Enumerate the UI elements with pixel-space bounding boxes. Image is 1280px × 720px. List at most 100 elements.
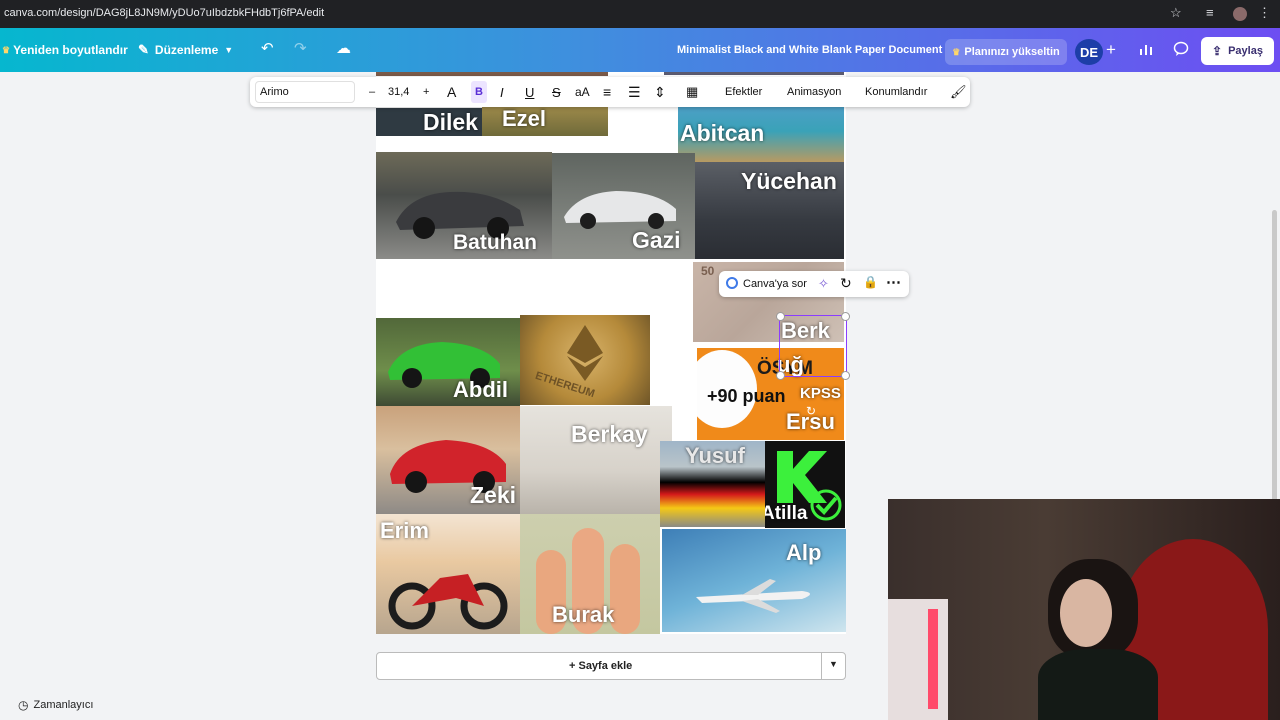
image-tile-abitcan[interactable]: Abitcan: [678, 106, 844, 162]
underline-icon[interactable]: U: [525, 77, 534, 107]
image-tile-zeki[interactable]: Zeki: [376, 406, 520, 514]
image-tile-erim[interactable]: Erim: [376, 514, 520, 634]
magic-edit-icon[interactable]: ✧: [818, 276, 829, 292]
font-family-dropdown[interactable]: Arimo: [255, 81, 355, 103]
crown-icon: ♛: [952, 46, 961, 57]
image-tile-berkay[interactable]: Berkay: [520, 406, 672, 514]
label-gazi: Gazi: [632, 227, 681, 253]
image-tile-abdil[interactable]: Abdil: [376, 318, 520, 406]
timer-icon: ◷: [18, 698, 29, 712]
resize-handle[interactable]: [776, 312, 785, 321]
label-yusuf: Yusuf: [685, 443, 745, 468]
webcam-overlay: [888, 499, 1280, 720]
design-page[interactable]: Dilek Ezel Abitcan Batuhan Gazi Yücehan …: [376, 72, 846, 634]
decrease-size-icon[interactable]: –: [369, 77, 375, 107]
italic-icon[interactable]: I: [500, 77, 504, 107]
resize-handle[interactable]: [776, 371, 785, 380]
text-selection-box[interactable]: [776, 312, 850, 380]
strikethrough-icon[interactable]: S: [552, 77, 561, 107]
element-mini-toolbar: Canva'ya sor ✧ ↻ 🔒 ⋯: [719, 271, 909, 297]
label-abdil: Abdil: [453, 377, 508, 402]
rotate-icon[interactable]: ↻: [806, 404, 816, 418]
chevron-down-icon[interactable]: ▼: [829, 659, 838, 669]
resize-handle[interactable]: [841, 371, 850, 380]
list-icon[interactable]: ☰: [628, 77, 641, 107]
effects-button[interactable]: Efektler: [725, 77, 762, 107]
upgrade-label: Planınızı yükseltin: [964, 46, 1060, 58]
image-tile-alp[interactable]: Alp: [662, 529, 846, 632]
share-button[interactable]: ⇪ Paylaş: [1201, 37, 1274, 65]
image-tile-batuhan[interactable]: Batuhan: [376, 152, 552, 259]
image-tile-ethereum[interactable]: ETHEREUM: [520, 315, 650, 405]
image-tile-burak[interactable]: Burak: [520, 514, 660, 634]
label-dilek: Dilek: [423, 109, 478, 135]
image-tile-yusuf[interactable]: Yusuf: [660, 441, 766, 527]
image-tile-yucehan[interactable]: Yücehan: [695, 162, 844, 259]
analytics-icon[interactable]: [1139, 42, 1153, 60]
label-fifty: 50: [701, 264, 715, 278]
position-button[interactable]: Konumlandır: [865, 77, 927, 107]
cloud-save-icon[interactable]: ☁: [336, 39, 351, 57]
upgrade-button[interactable]: ♛ Planınızı yükseltin: [945, 39, 1067, 65]
pencil-icon: ✎: [138, 42, 149, 57]
tab-search-icon[interactable]: ≡: [1206, 5, 1214, 20]
browser-address-bar: canva.com/design/DAG8jL8JN9M/yDUo7uIbdzb…: [0, 0, 1280, 28]
refresh-comment-icon[interactable]: ↻: [840, 275, 852, 292]
image-tile-atilla[interactable]: Atilla: [765, 441, 845, 528]
add-page-button[interactable]: + Sayfa ekle ▼: [376, 652, 846, 680]
share-label: Paylaş: [1228, 45, 1263, 57]
canva-ai-icon: [726, 277, 738, 289]
more-options-icon[interactable]: ⋯: [886, 273, 901, 291]
letter-case-icon[interactable]: aA: [575, 77, 590, 107]
undo-icon[interactable]: ↶: [261, 39, 274, 57]
chevron-down-icon: ▼: [224, 45, 234, 55]
animation-button[interactable]: Animasyon: [787, 77, 841, 107]
transparency-icon[interactable]: ▦: [686, 77, 698, 107]
edit-label: Düzenleme: [154, 43, 219, 57]
align-icon[interactable]: ≡: [603, 77, 611, 107]
text-color-icon[interactable]: A: [447, 77, 456, 107]
add-collaborator-icon[interactable]: +: [1106, 40, 1116, 60]
increase-size-icon[interactable]: +: [423, 77, 429, 107]
ask-canva-button[interactable]: Canva'ya sor: [743, 278, 807, 290]
image-tile-dilek[interactable]: Dilek: [376, 108, 482, 136]
resize-handle[interactable]: [841, 312, 850, 321]
browser-menu-icon[interactable]: ⋮: [1258, 5, 1271, 21]
label-yucehan: Yücehan: [741, 168, 837, 194]
image-tile-ezel[interactable]: Ezel: [482, 106, 608, 136]
timer-label: Zamanlayıcı: [33, 699, 94, 711]
crown-icon: ♛: [2, 44, 11, 55]
label-erim: Erim: [380, 518, 429, 543]
add-page-label: + Sayfa ekle: [569, 660, 633, 672]
divider: [821, 653, 822, 679]
avatar[interactable]: DE: [1075, 39, 1103, 65]
lock-icon[interactable]: 🔒: [863, 275, 878, 289]
label-kpss: KPSS: [800, 385, 841, 402]
profile-icon[interactable]: [1233, 7, 1247, 21]
edit-mode-button[interactable]: ✎ Düzenleme ▼: [138, 28, 233, 72]
bold-icon[interactable]: B: [471, 81, 487, 103]
image-tile-top-right[interactable]: [664, 72, 844, 75]
image-tile-gazi[interactable]: Gazi: [552, 153, 695, 259]
pc-light: [928, 609, 938, 709]
label-ezel: Ezel: [502, 106, 547, 131]
image-tile-top-left[interactable]: [376, 72, 608, 76]
label-alp: Alp: [786, 540, 822, 565]
resize-button[interactable]: ♛ Yeniden boyutlandır: [2, 28, 128, 72]
paint-format-icon[interactable]: 🖌: [950, 77, 967, 107]
spacing-icon[interactable]: ⇕: [654, 77, 666, 107]
font-size-value[interactable]: 31,4: [388, 77, 409, 107]
text-format-toolbar: Arimo – 31,4 + A B I U S aA ≡ ☰ ⇕ ▦ Efek…: [250, 77, 970, 107]
document-title[interactable]: Minimalist Black and White Blank Paper D…: [677, 44, 942, 56]
upload-icon: ⇪: [1212, 44, 1223, 58]
comment-icon[interactable]: [1173, 41, 1189, 61]
label-burak: Burak: [552, 602, 615, 627]
label-berkay: Berkay: [571, 421, 648, 447]
redo-icon[interactable]: ↷: [294, 39, 307, 57]
url-text[interactable]: canva.com/design/DAG8jL8JN9M/yDUo7uIbdzb…: [4, 7, 324, 19]
label-atilla: Atilla: [765, 503, 808, 524]
label-zeki: Zeki: [470, 482, 517, 508]
timer-button[interactable]: ◷ Zamanlayıcı: [18, 698, 93, 712]
bookmark-star-icon[interactable]: ☆: [1170, 5, 1182, 21]
pc-case: [888, 599, 948, 720]
